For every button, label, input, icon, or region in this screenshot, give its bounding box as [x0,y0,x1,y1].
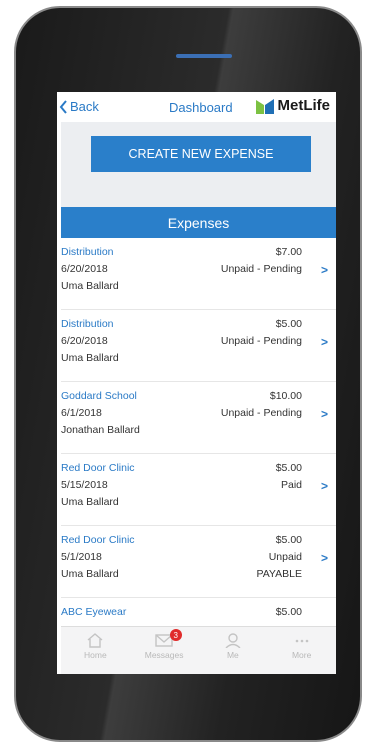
tab-me[interactable]: Me [199,627,268,674]
app-screen: Back Dashboard MetLife CREATE NEW EXPENS… [57,92,336,674]
metlife-logo-icon [255,98,274,114]
provider-name: Red Door Clinic [61,534,135,546]
expense-amount: $5.00 [275,534,302,546]
expense-amount: $7.00 [275,246,302,258]
chevron-right-icon[interactable]: > [321,551,328,565]
patient-name: Uma Ballard [61,352,119,364]
expense-row[interactable]: Distribution 6/20/2018 Uma Ballard $5.00… [61,310,336,382]
metlife-logo: MetLife [255,97,331,114]
patient-name: Jonathan Ballard [61,424,140,436]
payable-label: PAYABLE [256,568,302,580]
person-icon [225,633,241,648]
tab-label: Home [84,650,107,660]
patient-name: Uma Ballard [61,568,119,580]
chevron-right-icon[interactable]: > [321,335,328,349]
chevron-right-icon[interactable]: > [321,407,328,421]
expense-row[interactable]: Red Door Clinic 5/1/2018 Uma Ballard $5.… [61,526,336,598]
chevron-right-icon[interactable]: > [321,479,328,493]
provider-name: Distribution [61,318,114,330]
provider-name: Goddard School [61,390,137,402]
nav-bar: Back Dashboard MetLife [57,92,336,122]
chevron-left-icon [59,99,67,114]
expense-amount: $5.00 [275,462,302,474]
expense-list: Distribution 6/20/2018 Uma Ballard $7.00… [61,238,336,670]
create-new-expense-button[interactable]: CREATE NEW EXPENSE [91,136,311,172]
expense-date: 6/1/2018 [61,407,102,419]
expense-status: Unpaid [268,551,302,563]
tab-home[interactable]: Home [61,627,130,674]
expense-date: 6/20/2018 [61,335,108,347]
expense-date: 6/20/2018 [61,263,108,275]
expenses-header: Expenses [61,207,336,238]
expense-status: Paid [280,479,302,491]
tab-label: Messages [144,650,184,660]
tab-messages[interactable]: 3 Messages [130,627,199,674]
tab-more[interactable]: More [267,627,336,674]
provider-name: Red Door Clinic [61,462,135,474]
expense-row[interactable]: Distribution 6/20/2018 Uma Ballard $7.00… [61,238,336,310]
expense-status: Unpaid - Pending [220,335,302,347]
expense-amount: $5.00 [275,606,302,618]
provider-name: ABC Eyewear [61,606,127,618]
expense-status: Unpaid - Pending [220,407,302,419]
expense-status: Unpaid - Pending [220,263,302,275]
tab-bar: Home 3 Messages Me More [61,626,336,674]
tab-label: Me [226,650,239,660]
tab-label: More [291,650,312,660]
back-button[interactable]: Back [59,99,99,114]
expense-amount: $5.00 [275,318,302,330]
expense-amount: $10.00 [269,390,302,402]
notification-badge: 3 [169,629,182,641]
back-label: Back [70,99,99,114]
chevron-right-icon[interactable]: > [321,263,328,277]
patient-name: Uma Ballard [61,280,119,292]
provider-name: Distribution [61,246,114,258]
brand-name: MetLife [277,97,331,114]
expense-date: 5/15/2018 [61,479,108,491]
more-dots-icon [295,639,308,643]
expense-row[interactable]: Goddard School 6/1/2018 Jonathan Ballard… [61,382,336,454]
home-icon [87,633,103,648]
nav-title[interactable]: Dashboard [169,100,233,115]
create-section: CREATE NEW EXPENSE [61,122,336,207]
phone-speaker [176,54,232,58]
expense-date: 5/1/2018 [61,551,102,563]
patient-name: Uma Ballard [61,496,119,508]
expense-row[interactable]: Red Door Clinic 5/15/2018 Uma Ballard $5… [61,454,336,526]
